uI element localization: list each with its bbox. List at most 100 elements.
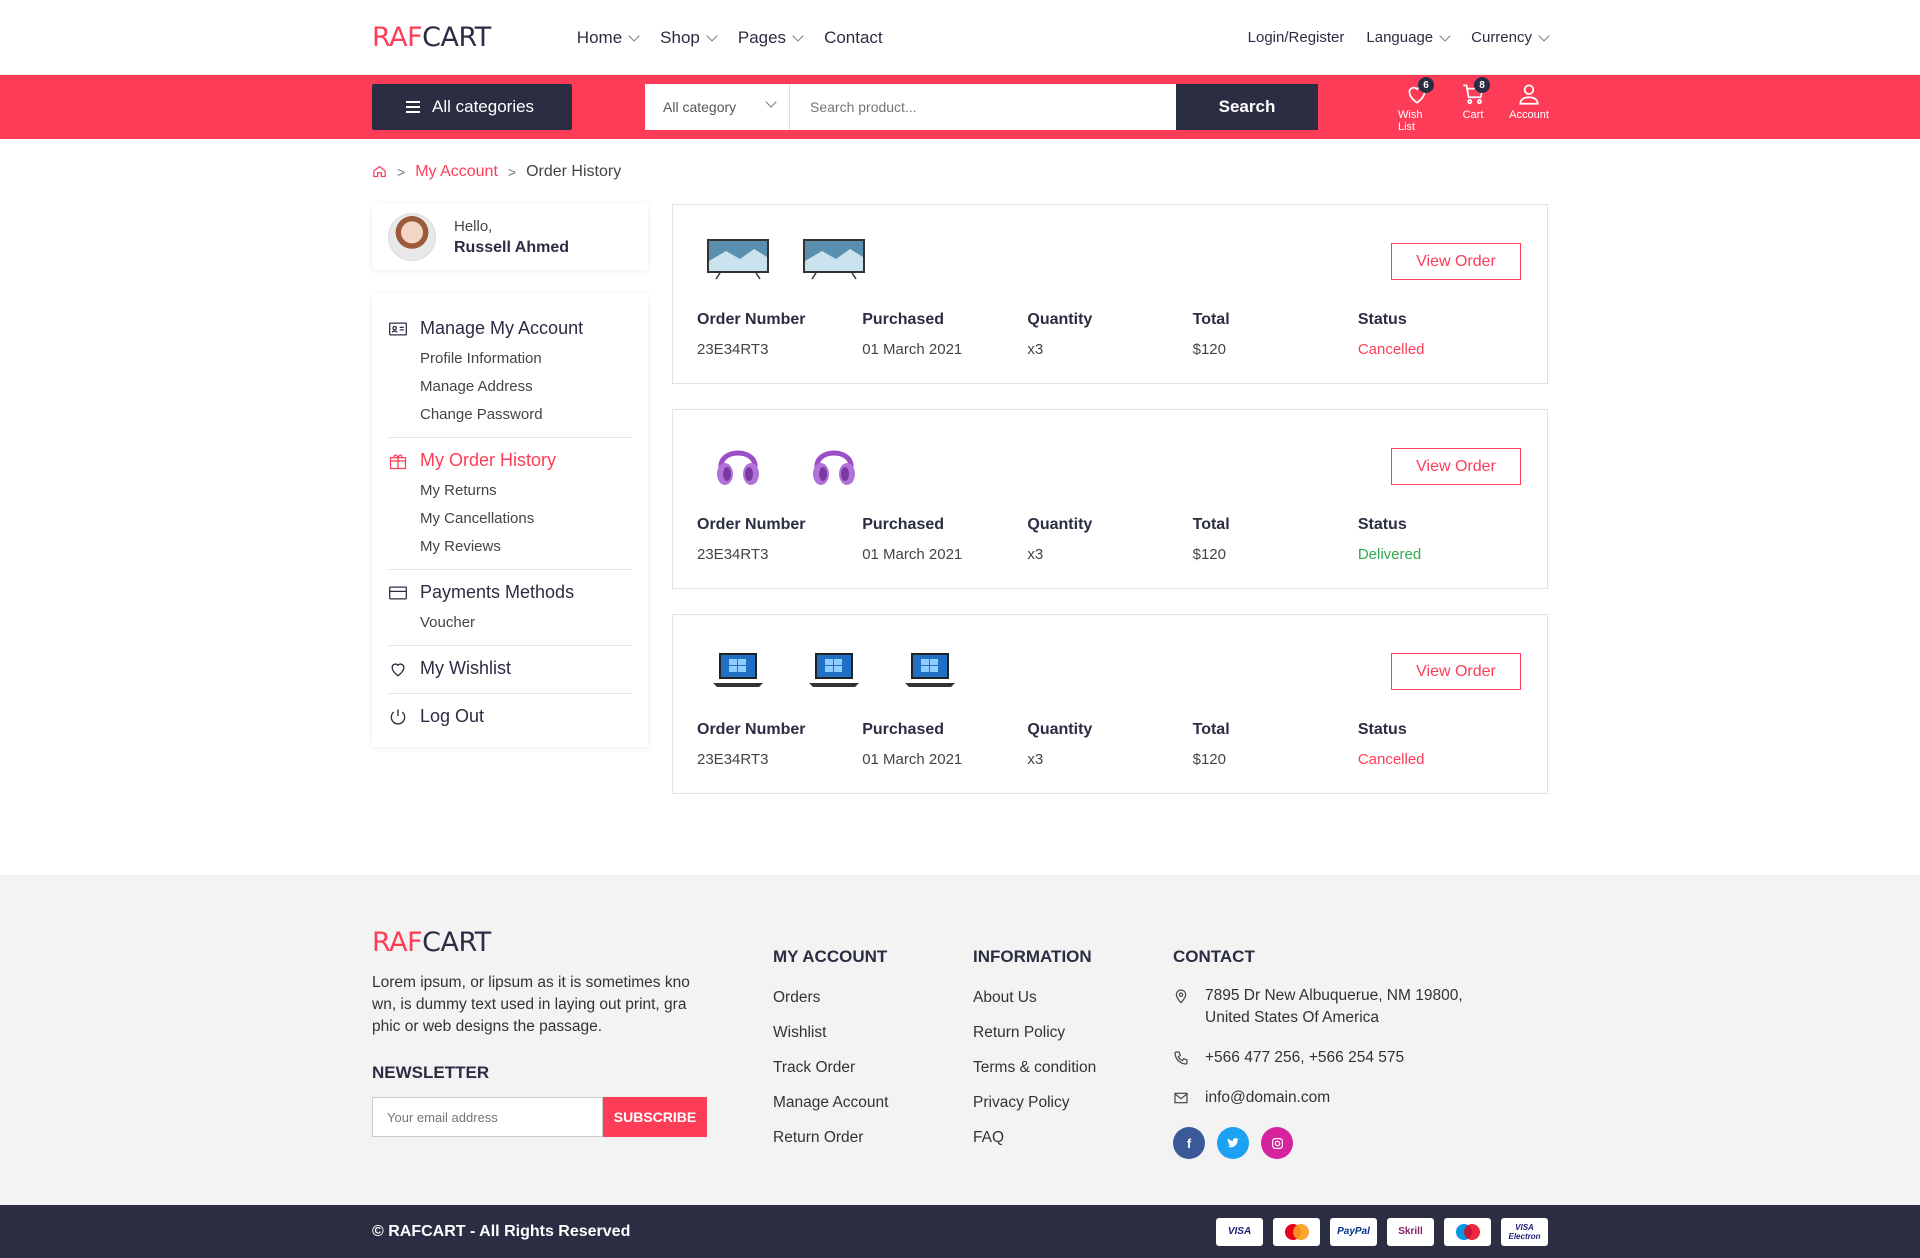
profile-card: Hello, Russell Ahmed — [372, 204, 648, 270]
wishlist-link[interactable]: Wish List 6 — [1398, 77, 1436, 133]
footer-my-account: MY ACCOUNT Orders Wishlist Track Order M… — [773, 927, 973, 1159]
user-icon — [1519, 84, 1539, 105]
language-select[interactable]: Language — [1366, 29, 1451, 46]
power-icon — [390, 709, 406, 725]
credit-card-icon — [389, 586, 407, 599]
skrill-icon: Skrill — [1387, 1217, 1434, 1246]
search-bar: All categories All category Search Wish … — [0, 75, 1920, 139]
footer-information: INFORMATION About Us Return Policy Terms… — [973, 927, 1173, 1159]
newsletter-email-input[interactable] — [372, 1097, 603, 1137]
logo[interactable]: RAFCART — [372, 22, 491, 53]
order-details: Order Number 23E34RT3 Purchased 01 March 2… — [697, 721, 1523, 768]
chevron-right-icon: > — [507, 163, 517, 180]
laptop-icon[interactable] — [897, 645, 963, 693]
visa-icon: VISA — [1216, 1217, 1263, 1246]
order-card: View Order Order Number 23E34RT3 Purchase… — [672, 614, 1548, 794]
facebook-icon[interactable]: f — [1173, 1127, 1205, 1159]
footer-link-wishlist[interactable]: Wishlist — [773, 1024, 973, 1042]
copyright: © RAFCART - All Rights Reserved — [372, 1222, 631, 1240]
footer-link-orders[interactable]: Orders — [773, 989, 973, 1007]
footer-link-about-us[interactable]: About Us — [973, 989, 1173, 1007]
menu-manage-account[interactable]: Manage My Account — [388, 318, 632, 339]
nav-contact[interactable]: Contact — [824, 28, 883, 48]
twitter-icon[interactable] — [1217, 1127, 1249, 1159]
status-badge: Delivered — [1357, 546, 1422, 563]
menu-my-returns[interactable]: My Returns — [420, 482, 632, 499]
menu-order-history[interactable]: My Order History — [388, 450, 632, 471]
menu-icon — [406, 98, 420, 116]
menu-manage-address[interactable]: Manage Address — [420, 378, 632, 395]
menu-log-out[interactable]: Log Out — [388, 706, 632, 727]
quantity-label: Quantity — [1027, 516, 1093, 533]
search-button[interactable]: Search — [1176, 84, 1318, 130]
footer-link-manage-account[interactable]: Manage Account — [773, 1094, 973, 1112]
menu-voucher[interactable]: Voucher — [420, 614, 632, 631]
id-card-icon — [389, 322, 407, 335]
home-icon[interactable] — [372, 164, 387, 179]
footer-link-faq[interactable]: FAQ — [973, 1129, 1173, 1147]
order-number: 23E34RT3 — [697, 341, 769, 358]
order-details: Order Number 23E34RT3 Purchased 01 March 2… — [697, 516, 1523, 563]
nav-home[interactable]: Home — [577, 28, 640, 48]
mastercard-icon — [1273, 1217, 1320, 1246]
top-header: RAFCART Home Shop Pages Contact Login/Re… — [0, 0, 1920, 75]
footer-link-privacy[interactable]: Privacy Policy — [973, 1094, 1173, 1112]
headphones-icon[interactable] — [705, 440, 771, 488]
laptop-icon[interactable] — [801, 645, 867, 693]
visa-electron-icon: VISA Electron — [1501, 1217, 1548, 1246]
tv-icon[interactable] — [801, 235, 867, 283]
category-select[interactable]: All category — [645, 84, 790, 130]
cart-link[interactable]: Cart 8 — [1454, 77, 1492, 133]
footer-contact-title: CONTACT — [1173, 947, 1255, 966]
nav-shop[interactable]: Shop — [660, 28, 718, 48]
footer-information-title: INFORMATION — [973, 947, 1092, 966]
status-label: Status — [1357, 311, 1407, 328]
account-sidebar: Hello, Russell Ahmed Manage My Account P… — [372, 204, 648, 747]
footer-link-return-policy[interactable]: Return Policy — [973, 1024, 1173, 1042]
subscribe-button[interactable]: SUBSCRIBE — [603, 1097, 707, 1137]
purchased-label: Purchased — [862, 721, 945, 738]
account-menu: Manage My Account Profile Information Ma… — [372, 294, 648, 747]
instagram-icon[interactable] — [1261, 1127, 1293, 1159]
total-value: $120 — [1192, 751, 1226, 768]
search-input[interactable] — [790, 84, 1176, 130]
footer-link-return-order[interactable]: Return Order — [773, 1129, 973, 1147]
payment-methods: VISA PayPal Skrill VISA Electron — [1216, 1217, 1548, 1246]
account-link[interactable]: Account — [1509, 81, 1549, 133]
user-name: Russell Ahmed — [454, 238, 569, 256]
purchased-date: 01 March 2021 — [862, 546, 963, 563]
footer-link-track-order[interactable]: Track Order — [773, 1059, 973, 1077]
footer-description: Lorem ipsum, or lipsum as it is sometime… — [372, 974, 690, 1035]
currency-select[interactable]: Currency — [1471, 29, 1550, 46]
nav-pages[interactable]: Pages — [738, 28, 804, 48]
quantity-value: x3 — [1027, 751, 1044, 768]
order-number-label: Order Number — [697, 516, 806, 533]
gift-icon — [389, 454, 407, 469]
order-number: 23E34RT3 — [697, 546, 769, 563]
menu-my-reviews[interactable]: My Reviews — [420, 538, 632, 555]
footer-logo[interactable]: RAFCART — [372, 927, 773, 958]
purchased-date: 01 March 2021 — [862, 341, 963, 358]
view-order-button[interactable]: View Order — [1391, 243, 1521, 280]
status-badge: Cancelled — [1357, 751, 1425, 768]
login-register-link[interactable]: Login/Register — [1248, 29, 1345, 46]
view-order-button[interactable]: View Order — [1391, 448, 1521, 485]
menu-profile-information[interactable]: Profile Information — [420, 350, 632, 367]
breadcrumb-my-account[interactable]: My Account — [415, 163, 498, 181]
menu-payment-methods[interactable]: Payments Methods — [388, 582, 632, 603]
menu-my-wishlist[interactable]: My Wishlist — [388, 658, 632, 679]
view-order-button[interactable]: View Order — [1391, 653, 1521, 690]
mail-icon — [1174, 1092, 1188, 1104]
footer-link-terms[interactable]: Terms & condition — [973, 1059, 1173, 1077]
all-categories-button[interactable]: All categories — [372, 84, 572, 130]
total-label: Total — [1192, 311, 1230, 328]
laptop-icon[interactable] — [705, 645, 771, 693]
bottom-bar: © RAFCART - All Rights Reserved VISA Pay… — [0, 1205, 1920, 1258]
menu-change-password[interactable]: Change Password — [420, 406, 632, 423]
menu-my-cancellations[interactable]: My Cancellations — [420, 510, 632, 527]
tv-icon[interactable] — [705, 235, 771, 283]
contact-address: 7895 Dr New Albuquerue, NM 19800, United… — [1173, 985, 1493, 1029]
headphones-icon[interactable] — [801, 440, 867, 488]
footer-contact: CONTACT 7895 Dr New Albuquerue, NM 19800… — [1173, 927, 1493, 1159]
breadcrumb: > My Account > Order History — [372, 139, 1548, 204]
